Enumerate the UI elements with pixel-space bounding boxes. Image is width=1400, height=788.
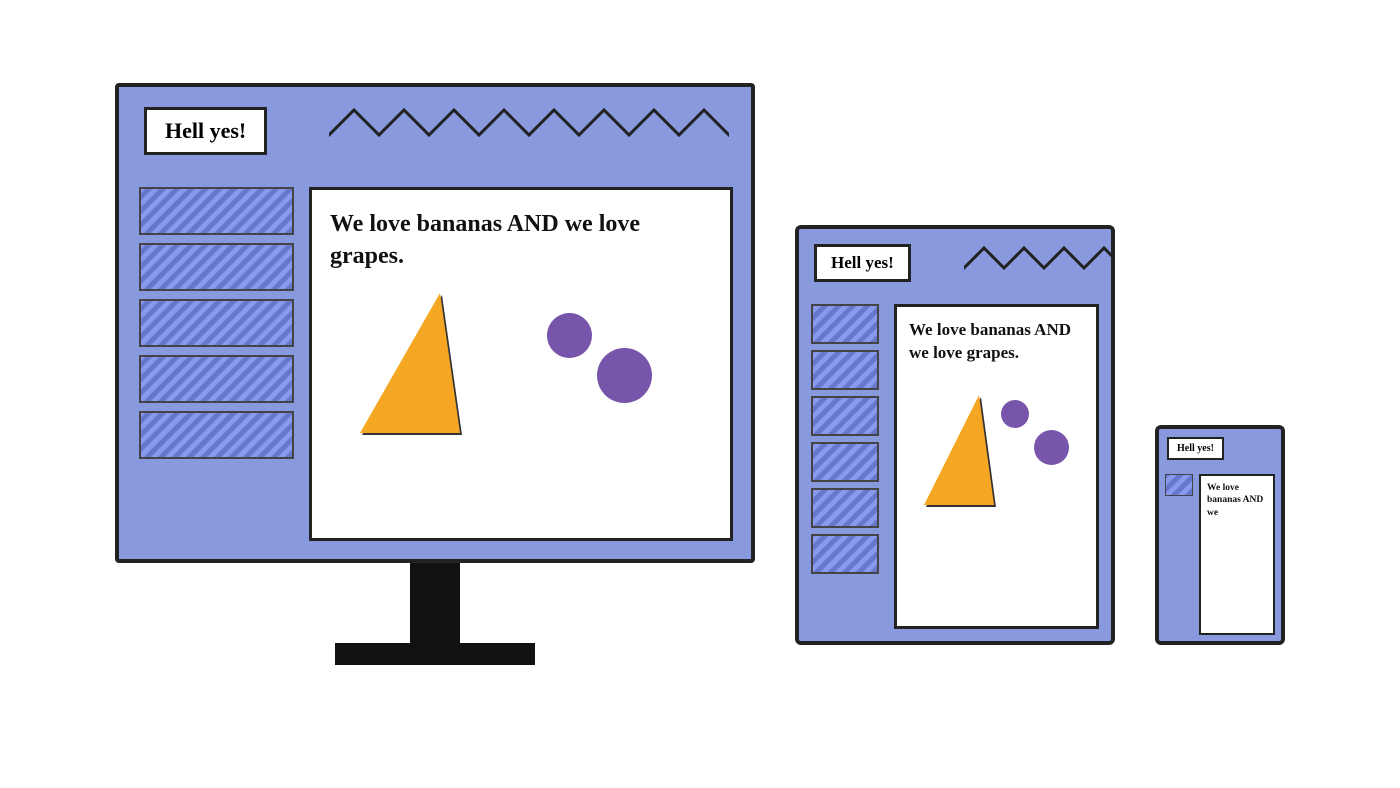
tablet-zigzag-icon xyxy=(964,243,1115,283)
monitor-stripe-2 xyxy=(139,243,294,291)
tablet-stripe-4 xyxy=(811,442,879,482)
tablet-content-box: We love bananas AND we love grapes. xyxy=(894,304,1099,629)
monitor-stripe-3 xyxy=(139,299,294,347)
monitor-stand xyxy=(410,563,460,643)
tablet-sidebar-stripes xyxy=(811,304,879,574)
desktop-monitor-wrapper: Hell yes! We love bananas AND we love gr… xyxy=(115,83,755,665)
phone-stripe-1 xyxy=(1165,474,1193,496)
tablet-stripe-1 xyxy=(811,304,879,344)
monitor-circle-large-icon xyxy=(597,348,652,403)
monitor-screen: Hell yes! We love bananas AND we love gr… xyxy=(115,83,755,563)
monitor-base xyxy=(335,643,535,665)
monitor-sidebar-stripes xyxy=(139,187,294,459)
monitor-triangle-icon xyxy=(360,293,460,433)
phone-sidebar-stripes xyxy=(1165,474,1193,496)
tablet-circle-small-icon xyxy=(1001,400,1029,428)
tablet-content-text: We love bananas AND we love grapes. xyxy=(909,319,1084,365)
monitor-content-text: We love bananas AND we love grapes. xyxy=(330,208,712,273)
monitor-stripe-4 xyxy=(139,355,294,403)
phone-device: Hell yes! We love bananas AND we xyxy=(1155,425,1285,645)
tablet-circle-large-icon xyxy=(1034,430,1069,465)
monitor-zigzag-icon xyxy=(329,105,729,155)
tablet-stripe-6 xyxy=(811,534,879,574)
monitor-hell-yes-button[interactable]: Hell yes! xyxy=(144,107,267,155)
monitor-stripe-5 xyxy=(139,411,294,459)
tablet-hell-yes-button[interactable]: Hell yes! xyxy=(814,244,911,282)
monitor-content-box: We love bananas AND we love grapes. xyxy=(309,187,733,541)
tablet-stripe-3 xyxy=(811,396,879,436)
scene: Hell yes! We love bananas AND we love gr… xyxy=(115,83,1285,705)
monitor-circle-small-icon xyxy=(547,313,592,358)
phone-content-box: We love bananas AND we xyxy=(1199,474,1275,635)
phone-content-text: We love bananas AND we xyxy=(1207,482,1267,519)
tablet-triangle-icon xyxy=(924,395,994,505)
tablet-graphics xyxy=(909,375,1084,505)
tablet-stripe-2 xyxy=(811,350,879,390)
phone-hell-yes-button[interactable]: Hell yes! xyxy=(1167,437,1224,460)
tablet-stripe-5 xyxy=(811,488,879,528)
tablet-device: Hell yes! We love bananas AND we love gr… xyxy=(795,225,1115,645)
monitor-graphics xyxy=(330,283,712,433)
monitor-stripe-1 xyxy=(139,187,294,235)
